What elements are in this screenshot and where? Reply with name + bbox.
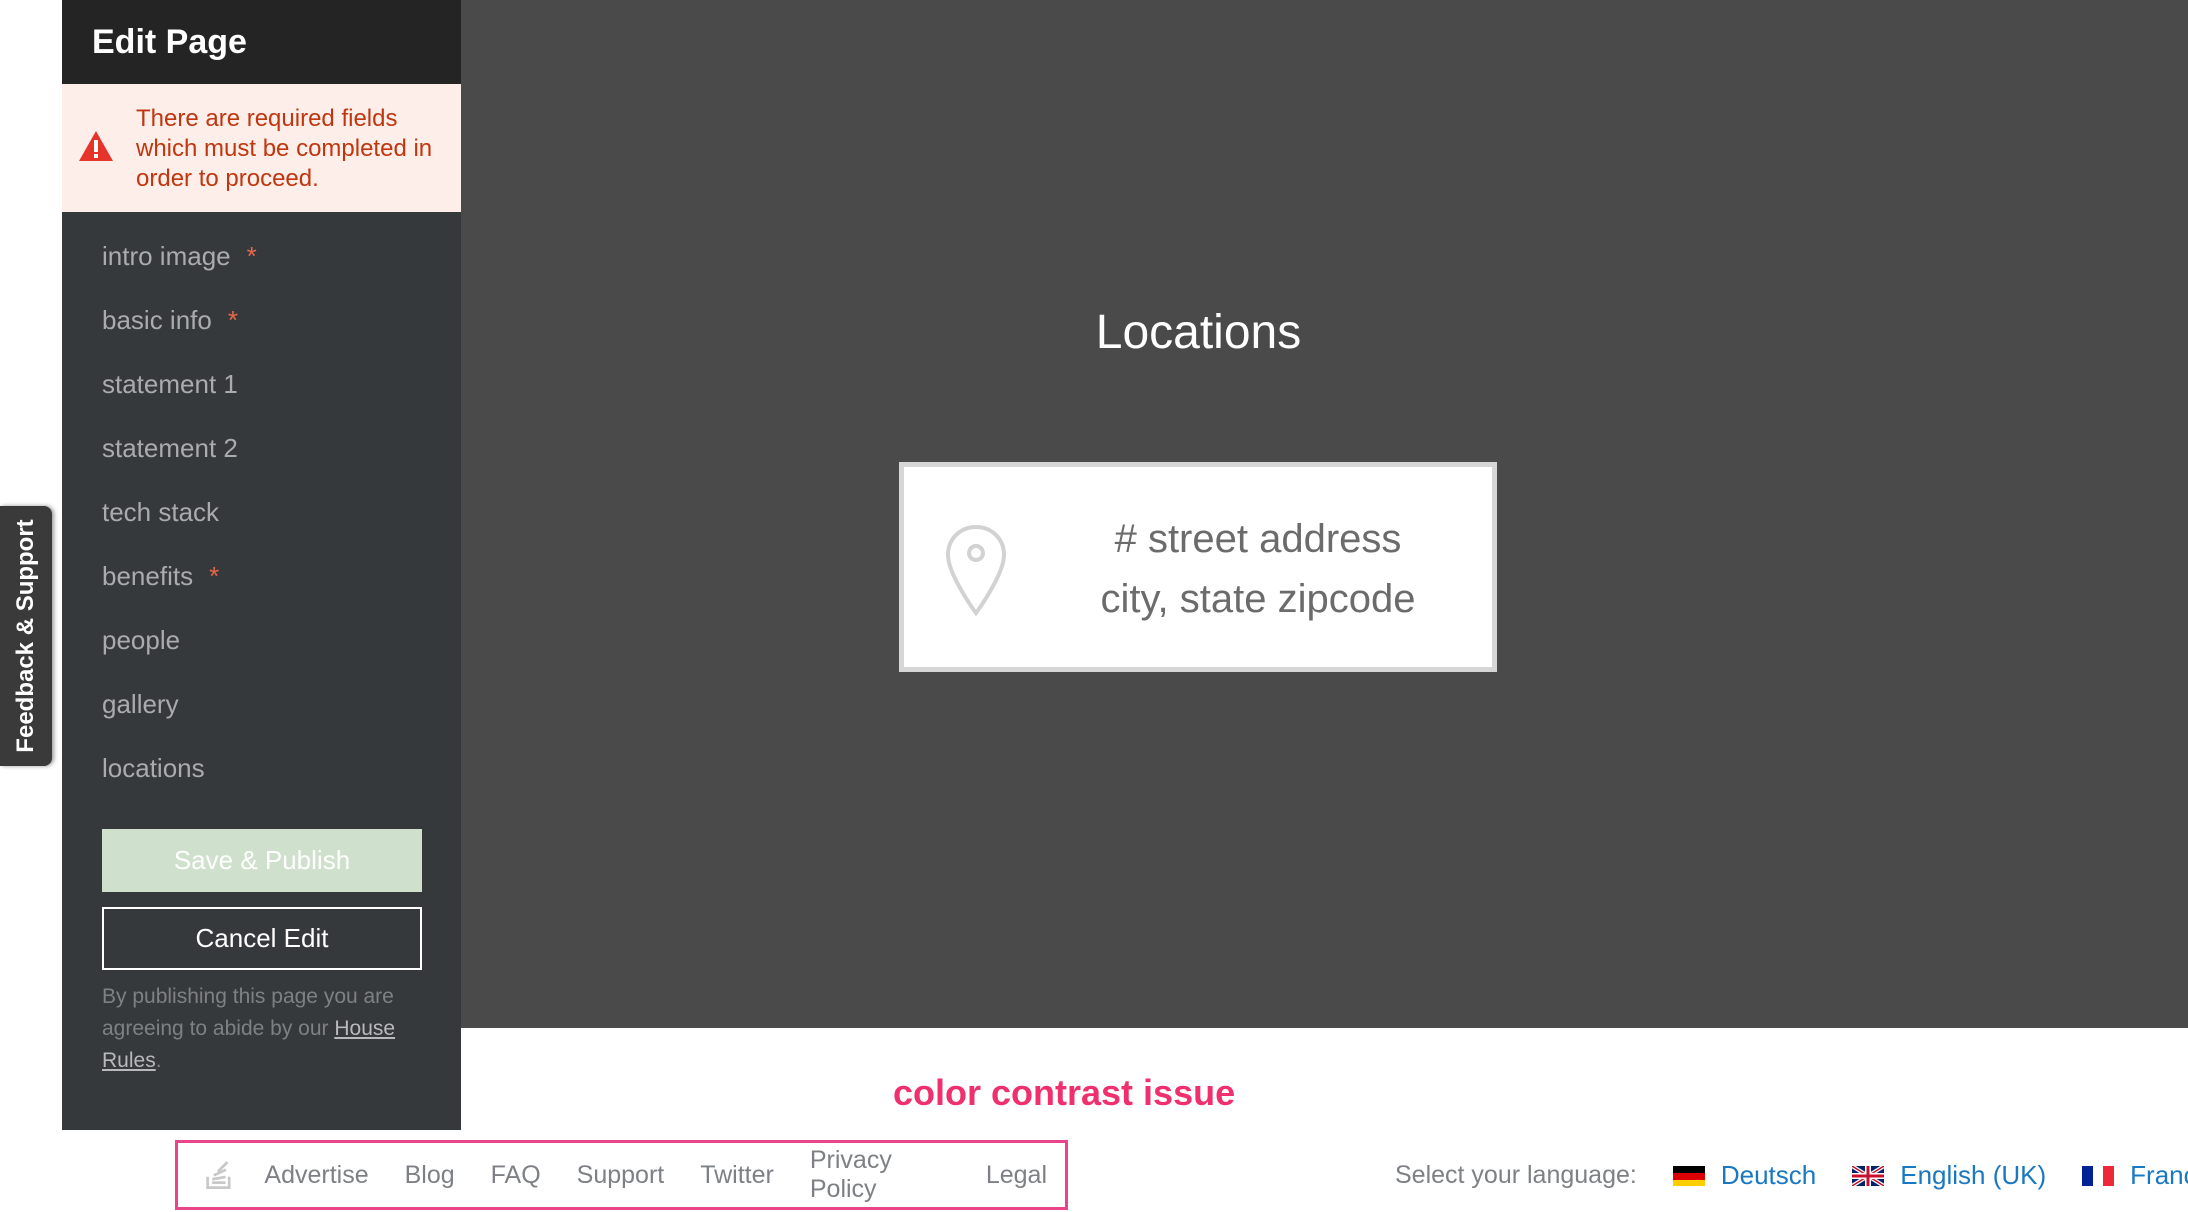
language-link-francais[interactable]: Françai [2130,1160,2188,1191]
language-selector: Select your language: Deutsch English (U… [1395,1160,2188,1191]
sidebar-item-label: people [102,625,181,655]
address: # street address city, state zipcode [1054,509,1462,629]
footer-link-twitter[interactable]: Twitter [700,1161,774,1190]
french-flag-icon [2082,1165,2115,1186]
address-line-1: # street address [1114,517,1402,561]
sidebar-item-label: statement 2 [102,433,238,463]
save-publish-button[interactable]: Save & Publish [102,829,422,892]
sidebar-item-intro-image[interactable]: intro image * [62,234,461,298]
footer-link-legal[interactable]: Legal [986,1161,1047,1190]
sidebar-item-gallery[interactable]: gallery [62,682,461,746]
footer-links: Advertise Blog FAQ Support Twitter Priva… [178,1143,1065,1207]
footer-link-privacy-policy[interactable]: Privacy Policy [810,1146,950,1204]
sidebar-item-label: locations [102,753,205,783]
stack-overflow-icon [206,1161,231,1189]
sidebar-item-people[interactable]: people [62,618,461,682]
cancel-edit-button[interactable]: Cancel Edit [102,907,422,970]
sidebar-item-label: intro image [102,241,231,271]
footer-link-blog[interactable]: Blog [405,1161,455,1190]
edit-sidebar: Edit Page There are required fields whic… [62,0,461,1130]
annotation-highlight-box: Advertise Blog FAQ Support Twitter Priva… [175,1140,1068,1210]
feedback-tab-label: Feedback & Support [12,519,39,753]
required-marker: * [227,305,238,335]
sidebar-title: Edit Page [62,0,461,84]
warning-icon [79,131,113,161]
sidebar-item-locations[interactable]: locations [62,746,461,810]
alert-message: There are required fields which must be … [136,105,433,192]
sidebar-item-tech-stack[interactable]: tech stack [62,490,461,554]
publish-terms: By publishing this page you are agreeing… [102,981,422,1077]
section-title: Locations [1095,306,1302,359]
language-label: Select your language: [1395,1161,1637,1189]
sidebar-item-label: basic info [102,305,212,335]
language-link-deutsch[interactable]: Deutsch [1721,1160,1816,1191]
sidebar-item-basic-info[interactable]: basic info * [62,298,461,362]
uk-flag-icon [1852,1165,1885,1186]
sidebar-item-benefits[interactable]: benefits * [62,554,461,618]
feedback-support-tab[interactable]: Feedback & Support [0,506,52,766]
footer-link-advertise[interactable]: Advertise [264,1161,368,1190]
sidebar-item-label: statement 1 [102,369,238,399]
sidebar-item-statement-2[interactable]: statement 2 [62,426,461,490]
map-pin-icon [945,524,1007,617]
address-line-2: city, state zipcode [1100,577,1416,621]
sidebar-item-label: gallery [102,689,179,719]
german-flag-icon [1672,1165,1705,1186]
sidebar-item-label: tech stack [102,497,220,527]
page-preview: Locations # street address city, state z… [461,0,2188,1028]
required-marker: * [246,241,257,271]
section-nav: intro image * basic info * statement 1 sta… [62,234,461,810]
location-card[interactable]: # street address city, state zipcode [899,462,1497,672]
terms-end: . [155,1049,162,1072]
required-marker: * [209,561,220,591]
sidebar-item-label: benefits [102,561,194,591]
sidebar-item-statement-1[interactable]: statement 1 [62,362,461,426]
footer-link-faq[interactable]: FAQ [491,1161,541,1190]
language-link-english-uk[interactable]: English (UK) [1900,1160,2046,1191]
required-fields-alert: There are required fields which must be … [62,84,461,212]
annotation-label: color contrast issue [893,1072,1236,1113]
footer-link-support[interactable]: Support [577,1161,665,1190]
